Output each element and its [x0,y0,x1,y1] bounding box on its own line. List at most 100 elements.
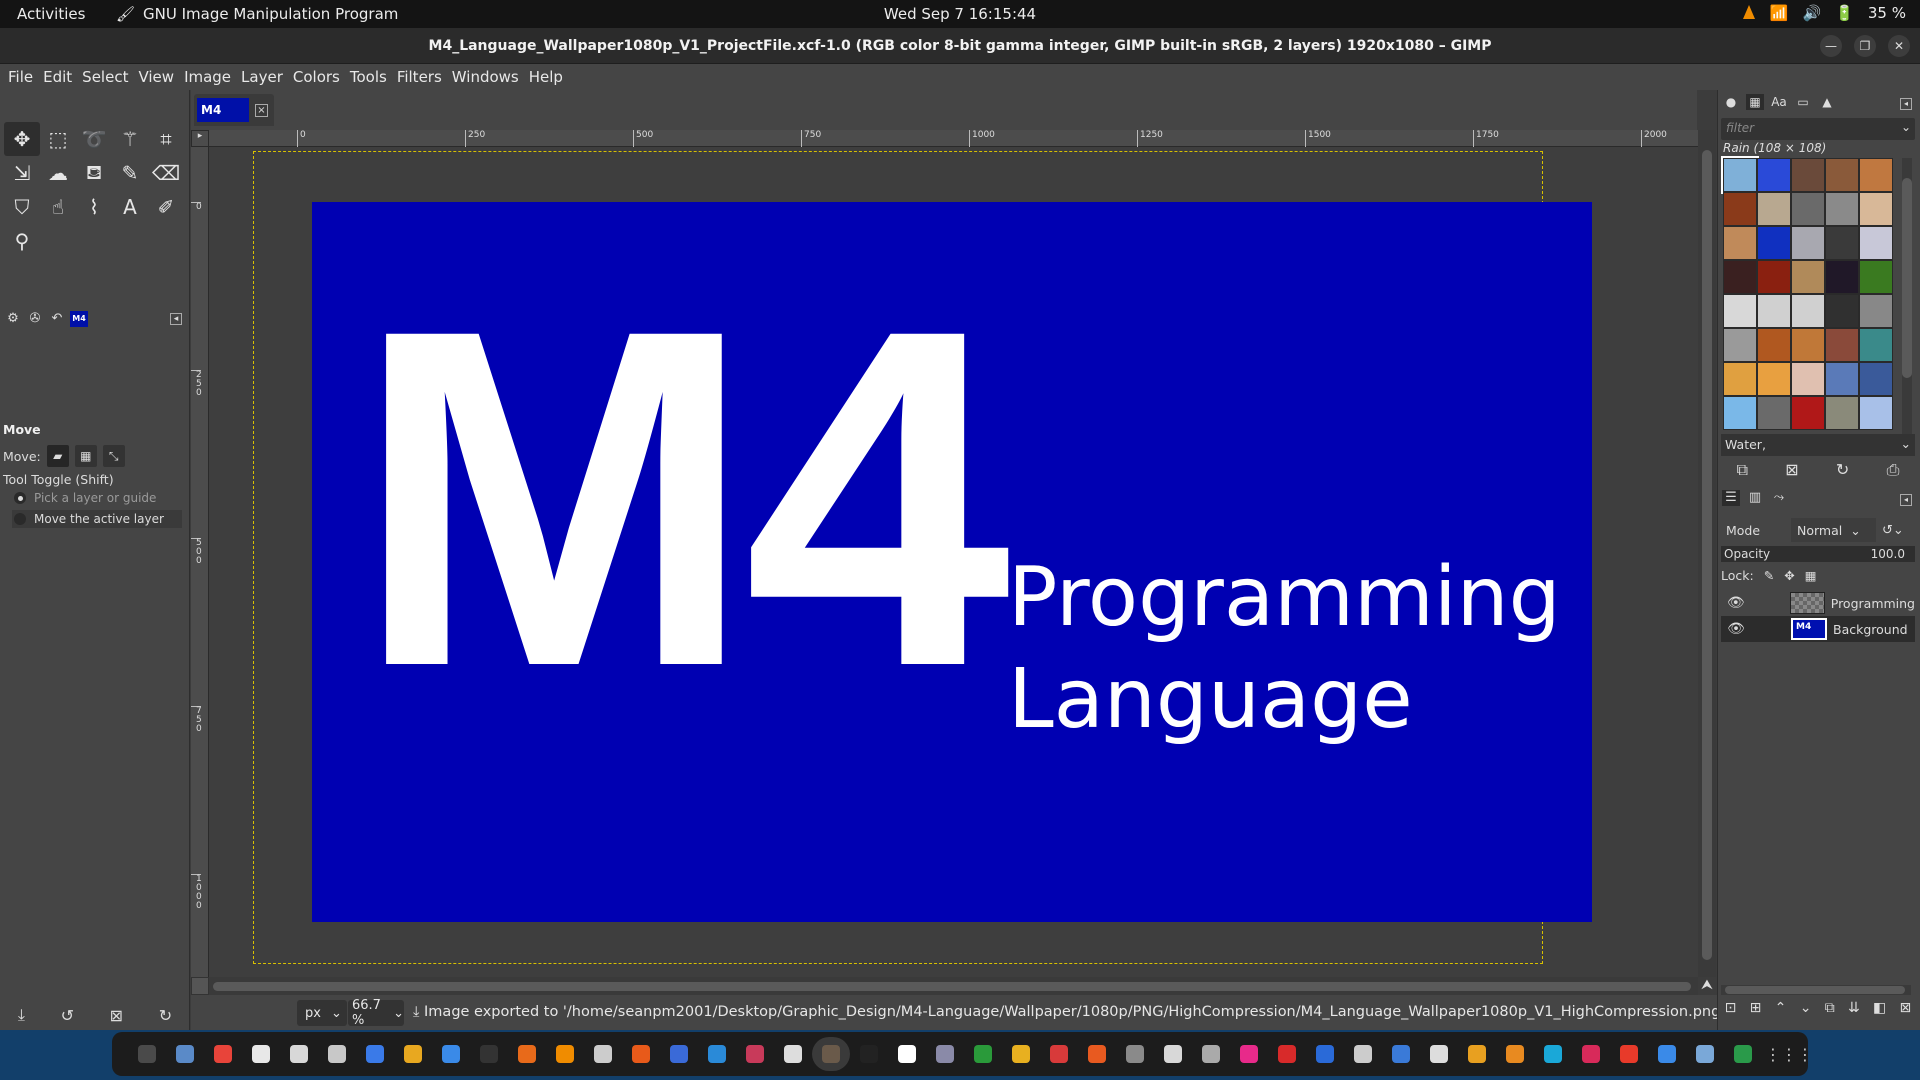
crop-icon[interactable]: ⌗ [148,122,184,156]
chrome-app-icon[interactable] [204,1037,242,1071]
clock-app-icon[interactable] [1116,1037,1154,1071]
obs-app-icon[interactable] [584,1037,622,1071]
pattern-swatch[interactable] [1723,226,1757,260]
vim-app-icon[interactable] [1192,1037,1230,1071]
pattern-swatch[interactable] [1723,396,1757,430]
menu-filters[interactable]: Filters [392,68,447,86]
pattern-swatch[interactable] [1859,362,1893,396]
new-layer-icon[interactable]: ⊞ [1750,1000,1762,1016]
disc-app-icon[interactable] [926,1037,964,1071]
files-app-icon[interactable] [166,1037,204,1071]
pick-layer-option[interactable]: Pick a layer or guide [14,491,156,505]
red-dot-app-icon[interactable] [1610,1037,1648,1071]
unit-selector[interactable]: px ⌄ [297,1000,347,1026]
pattern-swatch[interactable] [1859,192,1893,226]
eraser-icon[interactable]: ⌫ [148,156,184,190]
sheet-app-icon[interactable] [964,1037,1002,1071]
channels-tab[interactable]: ▥ [1746,490,1764,506]
recorder-app-icon[interactable] [774,1037,812,1071]
raise-layer-icon[interactable]: ⌃ [1775,1000,1787,1016]
blender-app-icon[interactable] [888,1037,926,1071]
paths-tab[interactable]: ⤳ [1770,490,1788,506]
pattern-swatch[interactable] [1723,294,1757,328]
firefox-app-icon[interactable] [508,1037,546,1071]
terminal-app-icon[interactable] [128,1037,166,1071]
image-tab[interactable]: M4 × [194,94,274,126]
pattern-swatch[interactable] [1825,192,1859,226]
pattern-swatch[interactable] [1859,328,1893,362]
document-history-tab[interactable]: ▭ [1794,94,1812,110]
pattern-swatch[interactable] [1825,260,1859,294]
patterns-scrollbar[interactable] [1902,158,1912,448]
pattern-swatch[interactable] [1757,328,1791,362]
smudge-icon[interactable]: ☝ [40,190,76,224]
pattern-swatch[interactable] [1723,192,1757,226]
save-tool-preset-icon[interactable]: ⤓ [18,1005,25,1025]
system-status-area[interactable]: 📶 🔊 🔋 35 % [1742,4,1906,22]
pattern-swatch[interactable] [1757,260,1791,294]
vlc-tray-icon[interactable] [1742,5,1756,21]
layer-mode-select[interactable]: Normal ⌄ [1791,518,1876,542]
dock-tab-menu-button[interactable]: ◂ [1900,98,1912,110]
menu-view[interactable]: View [133,68,179,86]
move-tool-icon[interactable]: ✥ [4,122,40,156]
pattern-swatch[interactable] [1825,396,1859,430]
merge-down-icon[interactable]: ⇊ [1848,1000,1860,1016]
duplicate-layer-icon[interactable]: ⧉ [1825,1000,1835,1016]
layer-name[interactable]: Background [1833,622,1908,637]
pattern-swatch[interactable] [1825,328,1859,362]
lock-position-icon[interactable]: ✥ [1784,568,1794,583]
radio-pick[interactable] [14,492,26,504]
chevron-down-icon[interactable]: ⌄ [1901,120,1911,134]
window-app-icon[interactable] [1306,1037,1344,1071]
maximize-button[interactable]: ❐ [1854,35,1876,57]
menu-layer[interactable]: Layer [236,68,288,86]
gimp-app-icon[interactable] [812,1037,850,1071]
pattern-swatch[interactable] [1791,396,1825,430]
pattern-swatch[interactable] [1859,158,1893,192]
zoom-icon[interactable]: ⚲ [4,224,40,258]
undo-history-tab[interactable]: ↶ [48,311,66,327]
c-app-icon[interactable] [1534,1037,1572,1071]
gradients-tab[interactable]: ▲ [1818,94,1836,110]
software-app-icon[interactable] [622,1037,660,1071]
pattern-swatch[interactable] [1791,158,1825,192]
pattern-tag-selector[interactable]: Water, ⌄ [1721,434,1915,456]
layer-row[interactable]: 👁 M4 Background [1721,616,1915,642]
pattern-swatch[interactable] [1825,294,1859,328]
help-app-icon[interactable] [698,1037,736,1071]
pattern-swatch[interactable] [1723,260,1757,294]
writer-app-icon[interactable] [356,1037,394,1071]
menu-edit[interactable]: Edit [38,68,77,86]
move-selection-mode-button[interactable]: ▦ [74,445,97,467]
window-title-bar[interactable]: M4_Language_Wallpaper1080p_V1_ProjectFil… [0,28,1920,64]
tasks-app-icon[interactable] [1078,1037,1116,1071]
horizontal-scrollbar[interactable] [209,977,1698,995]
layers-tab-menu-button[interactable]: ◂ [1900,494,1912,506]
clock[interactable]: Wed Sep 7 16:15:44 [884,5,1036,23]
unified-transform-icon[interactable]: ⇲ [4,156,40,190]
device-status-tab[interactable]: ✇ [26,311,44,327]
camera-app-icon[interactable] [1420,1037,1458,1071]
move-path-mode-button[interactable]: ⤡ [102,445,125,467]
zoom-selector[interactable]: 66.7 % ⌄ [348,998,404,1028]
lasso-icon[interactable]: ➰ [76,122,112,156]
tool-options-tab[interactable]: ⚙ [4,311,22,327]
blue-app-icon[interactable] [660,1037,698,1071]
vlc-app-icon[interactable] [546,1037,584,1071]
add-mask-icon[interactable]: ◧ [1873,1000,1886,1016]
tiles-app-icon[interactable] [1382,1037,1420,1071]
close-image-tab-icon[interactable]: × [255,103,268,117]
character-app-icon[interactable] [1496,1037,1534,1071]
settings-app-icon[interactable] [1344,1037,1382,1071]
refresh-patterns-icon[interactable]: ↻ [1836,460,1849,480]
ruler-corner-button[interactable]: ▸ [191,130,209,147]
color-picker-icon[interactable]: ✐ [148,190,184,224]
pattern-swatch[interactable] [1825,226,1859,260]
close-button[interactable]: ✕ [1888,35,1910,57]
news-app-icon[interactable] [1154,1037,1192,1071]
clone-icon[interactable]: ⛉ [4,190,40,224]
pattern-swatch[interactable] [1859,260,1893,294]
layers-scrollbar[interactable] [1721,985,1911,995]
reset-tool-options-icon[interactable]: ↻ [159,1006,172,1025]
